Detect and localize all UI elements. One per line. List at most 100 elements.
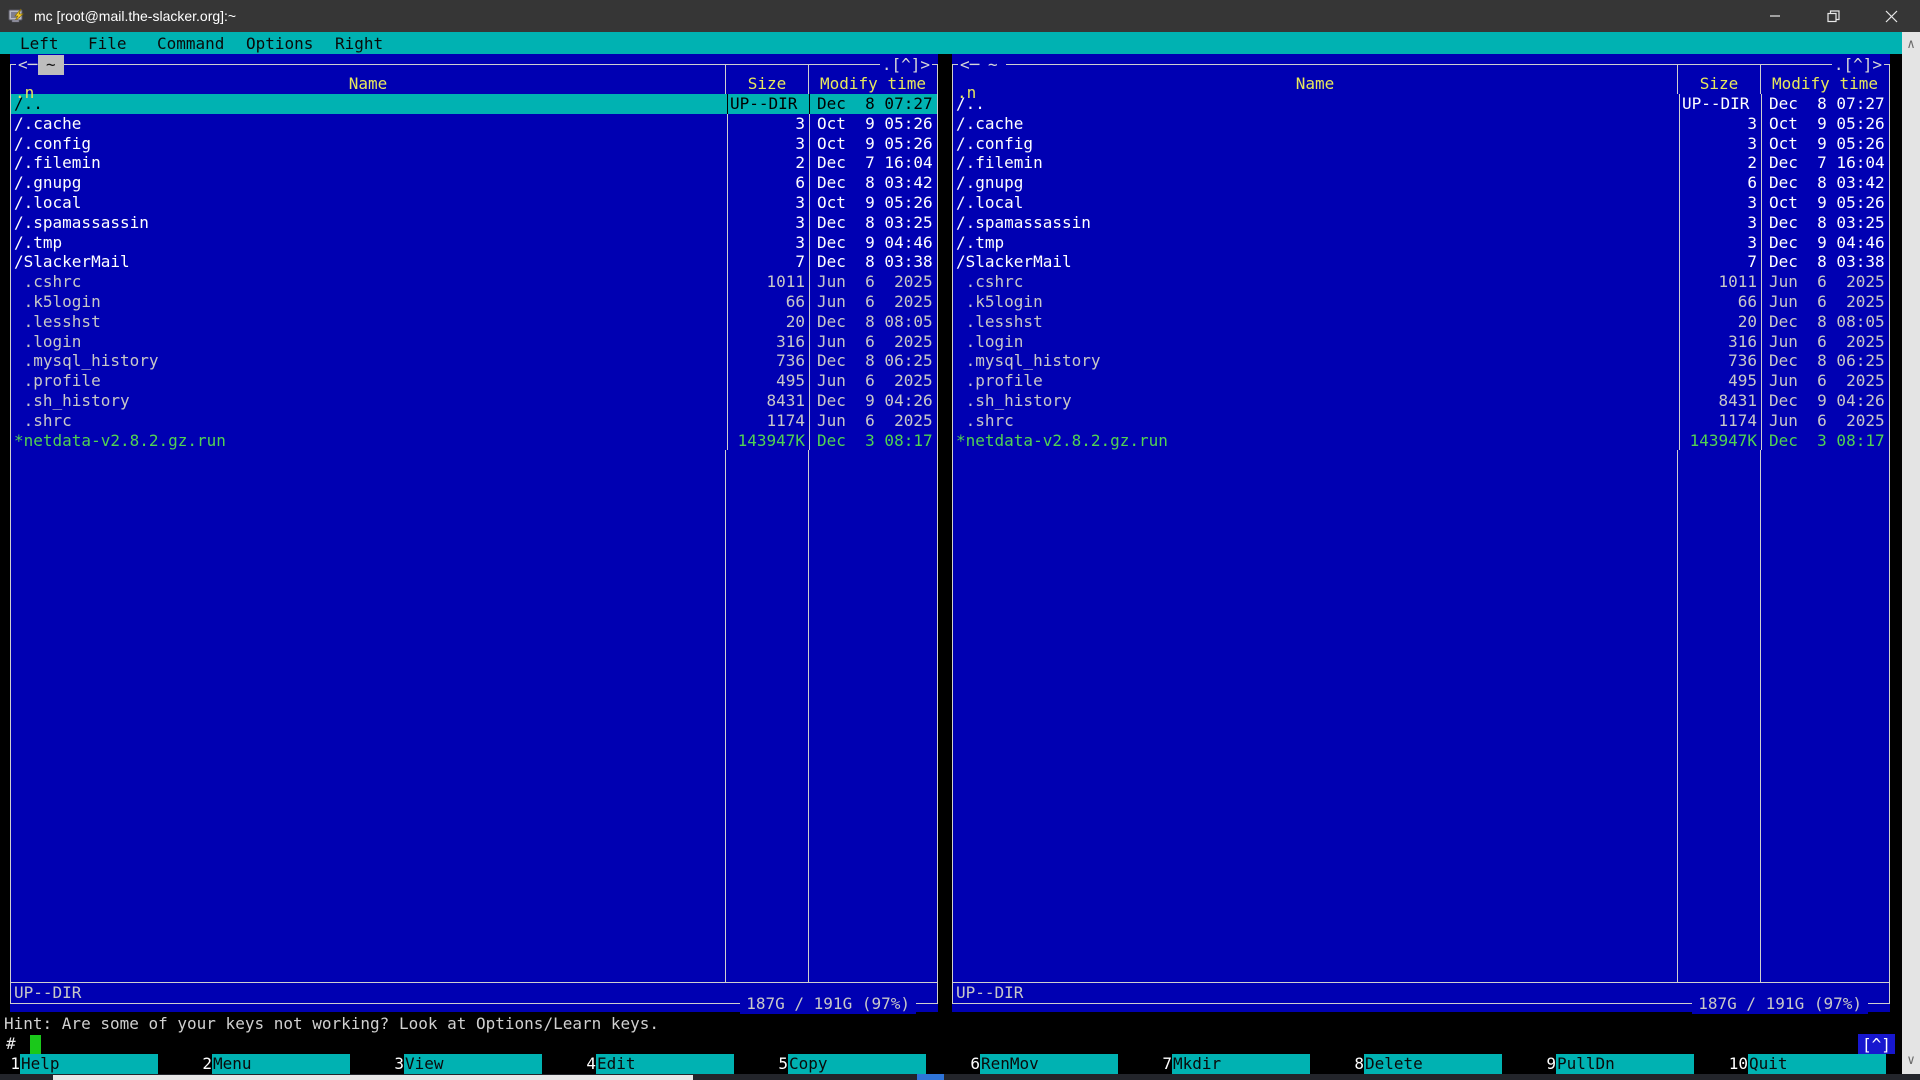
menu-item-file[interactable]: File bbox=[88, 33, 127, 54]
fkey-button-delete[interactable]: 8Delete bbox=[1344, 1054, 1502, 1074]
file-row[interactable]: .mysql_history736Dec 8 06:25 bbox=[11, 351, 937, 371]
file-row[interactable]: .cshrc1011Jun 6 2025 bbox=[953, 272, 1889, 292]
scrollbar[interactable]: ∧ ∨ bbox=[1902, 32, 1920, 1074]
minimize-button[interactable] bbox=[1746, 0, 1804, 32]
fkey-button-help[interactable]: 1Help bbox=[0, 1054, 158, 1074]
file-row[interactable]: /.cache3Oct 9 05:26 bbox=[953, 114, 1889, 134]
file-row[interactable]: /.config3Oct 9 05:26 bbox=[953, 134, 1889, 154]
file-row[interactable]: /..UP--DIRDec 8 07:27 bbox=[953, 94, 1889, 114]
file-row[interactable]: .k5login66Jun 6 2025 bbox=[11, 292, 937, 312]
menu-item-command[interactable]: Command bbox=[157, 33, 224, 54]
file-row[interactable]: .lesshst20Dec 8 08:05 bbox=[11, 312, 937, 332]
panel-corner-markers[interactable]: .[^]> bbox=[1832, 55, 1884, 75]
file-row[interactable]: .shrc1174Jun 6 2025 bbox=[953, 411, 1889, 431]
file-mtime: Dec 8 08:05 bbox=[1761, 312, 1889, 332]
scrollbar-down-arrow[interactable]: ∨ bbox=[1902, 1050, 1920, 1070]
file-size: 20 bbox=[1679, 312, 1761, 332]
file-row[interactable]: .lesshst20Dec 8 08:05 bbox=[953, 312, 1889, 332]
file-size: 736 bbox=[1679, 351, 1761, 371]
free-space-indicator: 187G / 191G (97%) bbox=[740, 994, 916, 1014]
file-row[interactable]: .cshrc1011Jun 6 2025 bbox=[11, 272, 937, 292]
file-name: /.config bbox=[11, 134, 727, 154]
file-row[interactable]: /.gnupg6Dec 8 03:42 bbox=[11, 173, 937, 193]
file-row[interactable]: /SlackerMail7Dec 8 03:38 bbox=[11, 252, 937, 272]
file-row[interactable]: /.spamassassin3Dec 8 03:25 bbox=[953, 213, 1889, 233]
fkey-button-edit[interactable]: 4Edit bbox=[576, 1054, 734, 1074]
file-row[interactable]: .mysql_history736Dec 8 06:25 bbox=[953, 351, 1889, 371]
restore-button[interactable] bbox=[1804, 0, 1862, 32]
file-row[interactable]: /.cache3Oct 9 05:26 bbox=[11, 114, 937, 134]
close-button[interactable] bbox=[1862, 0, 1920, 32]
fkey-button-view[interactable]: 3View bbox=[384, 1054, 542, 1074]
file-row[interactable]: *netdata-v2.8.2.gz.run143947KDec 3 08:17 bbox=[11, 431, 937, 451]
file-row[interactable]: /.tmp3Dec 9 04:46 bbox=[953, 233, 1889, 253]
fkey-button-quit[interactable]: 10Quit bbox=[1728, 1054, 1886, 1074]
file-name: /.. bbox=[953, 94, 1679, 114]
panel-corner-markers[interactable]: .[^]> bbox=[880, 55, 932, 75]
panel-content: .n Name Size Modify time /..UP--DIRDec 8… bbox=[11, 65, 937, 1003]
file-row[interactable]: .profile495Jun 6 2025 bbox=[11, 371, 937, 391]
column-header-sort[interactable]: .n bbox=[957, 83, 976, 103]
file-size: 66 bbox=[727, 292, 809, 312]
path-tab[interactable]: ~ bbox=[38, 55, 64, 75]
file-row[interactable]: /.tmp3Dec 9 04:46 bbox=[11, 233, 937, 253]
file-name: /.local bbox=[11, 193, 727, 213]
file-row[interactable]: /.local3Oct 9 05:26 bbox=[11, 193, 937, 213]
file-size: 6 bbox=[1679, 173, 1761, 193]
file-row[interactable]: .login316Jun 6 2025 bbox=[953, 332, 1889, 352]
file-size: 7 bbox=[727, 252, 809, 272]
scrollbar-up-arrow[interactable]: ∧ bbox=[1902, 34, 1920, 54]
file-name: /.cache bbox=[11, 114, 727, 134]
menu-item-left[interactable]: Left bbox=[20, 33, 59, 54]
menu-item-options[interactable]: Options bbox=[246, 33, 313, 54]
file-mtime: Jun 6 2025 bbox=[809, 371, 937, 391]
fkey-button-menu[interactable]: 2Menu bbox=[192, 1054, 350, 1074]
fkey-button-copy[interactable]: 5Copy bbox=[768, 1054, 926, 1074]
file-row[interactable]: /..UP--DIRDec 8 07:27 bbox=[11, 94, 937, 114]
file-size: 3 bbox=[727, 114, 809, 134]
column-header-name[interactable]: .n Name bbox=[953, 74, 1677, 94]
column-header-size[interactable]: Size bbox=[725, 65, 808, 94]
file-row[interactable]: .shrc1174Jun 6 2025 bbox=[11, 411, 937, 431]
shell-prompt[interactable]: # bbox=[6, 1034, 16, 1054]
cursor-block[interactable] bbox=[30, 1035, 41, 1054]
file-row[interactable]: /.gnupg6Dec 8 03:42 bbox=[953, 173, 1889, 193]
file-name: /.spamassassin bbox=[953, 213, 1679, 233]
file-row[interactable]: *netdata-v2.8.2.gz.run143947KDec 3 08:17 bbox=[953, 431, 1889, 451]
file-mtime: Jun 6 2025 bbox=[1761, 272, 1889, 292]
column-header-sort[interactable]: .n bbox=[15, 83, 34, 103]
fkey-number: 6 bbox=[960, 1054, 980, 1074]
file-row[interactable]: .profile495Jun 6 2025 bbox=[953, 371, 1889, 391]
file-mtime: Oct 9 05:26 bbox=[1761, 114, 1889, 134]
history-back-icon[interactable]: <─ bbox=[958, 55, 981, 75]
fkey-label: Menu bbox=[212, 1054, 350, 1074]
file-row[interactable]: /.filemin2Dec 7 16:04 bbox=[953, 153, 1889, 173]
panels-area: <─ ~ .[^]> .n Name Size Modify time /..U… bbox=[0, 54, 1902, 1012]
file-row[interactable]: .k5login66Jun 6 2025 bbox=[953, 292, 1889, 312]
fkey-label: View bbox=[404, 1054, 542, 1074]
fkey-button-mkdir[interactable]: 7Mkdir bbox=[1152, 1054, 1310, 1074]
file-row[interactable]: .sh_history8431Dec 9 04:26 bbox=[11, 391, 937, 411]
column-header-size[interactable]: Size bbox=[1677, 65, 1760, 94]
path-tab[interactable]: ~ bbox=[980, 55, 1006, 75]
file-row[interactable]: /.local3Oct 9 05:26 bbox=[953, 193, 1889, 213]
fkey-button-pulldn[interactable]: 9PullDn bbox=[1536, 1054, 1694, 1074]
file-mtime: Dec 8 03:25 bbox=[1761, 213, 1889, 233]
file-row[interactable]: .login316Jun 6 2025 bbox=[11, 332, 937, 352]
history-back-icon[interactable]: <─ bbox=[16, 55, 39, 75]
file-name: /.config bbox=[953, 134, 1679, 154]
file-mtime: Dec 7 16:04 bbox=[1761, 153, 1889, 173]
file-row[interactable]: /SlackerMail7Dec 8 03:38 bbox=[953, 252, 1889, 272]
scrollup-badge[interactable]: [^] bbox=[1858, 1034, 1895, 1055]
file-name: /.. bbox=[11, 94, 727, 114]
file-size: 8431 bbox=[727, 391, 809, 411]
file-row[interactable]: .sh_history8431Dec 9 04:26 bbox=[953, 391, 1889, 411]
free-space-indicator: 187G / 191G (97%) bbox=[1692, 994, 1868, 1014]
file-row[interactable]: /.filemin2Dec 7 16:04 bbox=[11, 153, 937, 173]
fkey-button-renmov[interactable]: 6RenMov bbox=[960, 1054, 1118, 1074]
file-row[interactable]: /.config3Oct 9 05:26 bbox=[11, 134, 937, 154]
file-row[interactable]: /.spamassassin3Dec 8 03:25 bbox=[11, 213, 937, 233]
menu-item-right[interactable]: Right bbox=[335, 33, 383, 54]
file-mtime: Dec 8 06:25 bbox=[1761, 351, 1889, 371]
column-header-name[interactable]: .n Name bbox=[11, 74, 725, 94]
